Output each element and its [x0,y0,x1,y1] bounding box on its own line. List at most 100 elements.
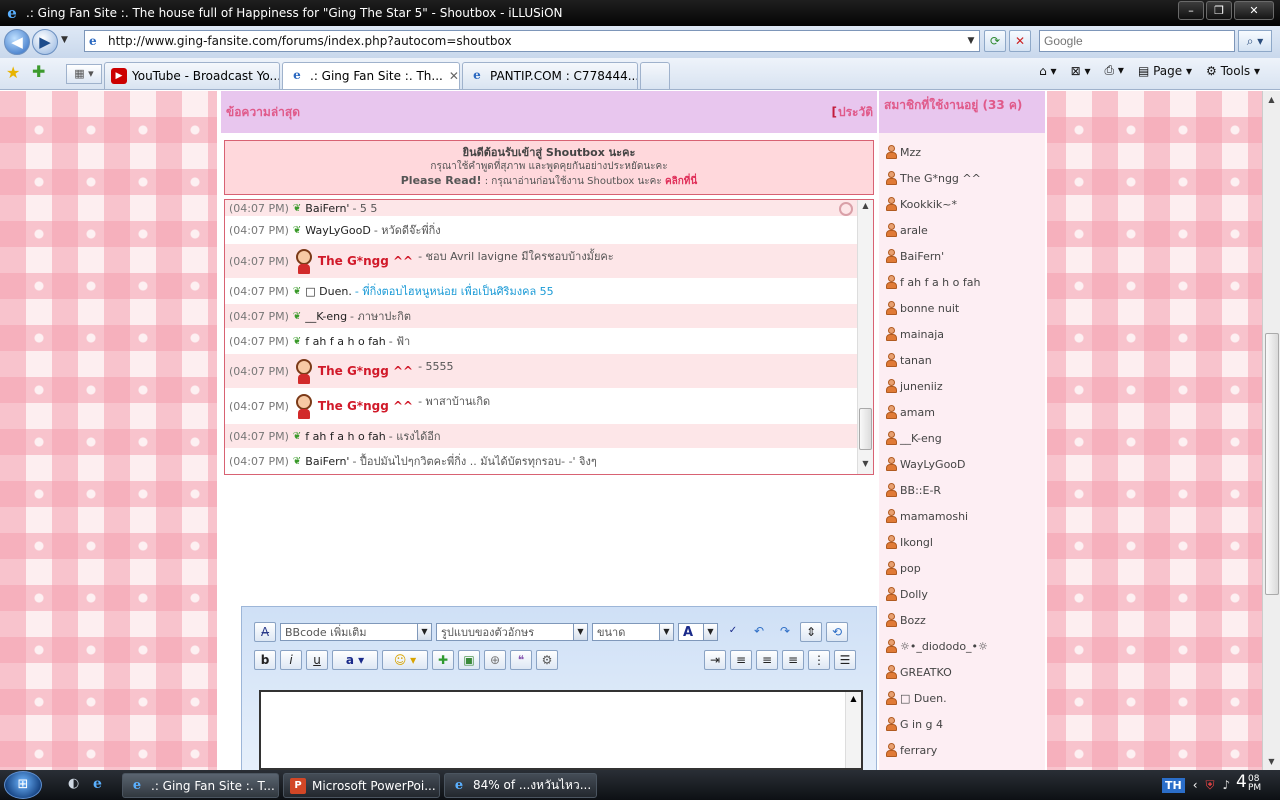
online-user-name[interactable]: Dolly [900,588,928,601]
taskbar-button-ging-fan-site[interactable]: e .: Ging Fan Site :. T... [122,773,279,798]
online-user-name[interactable]: juneniiz [900,380,943,393]
online-user-name[interactable]: The G*ngg ^^ [900,172,981,185]
stop-button[interactable]: ✕ [1009,30,1031,52]
taskbar-button-download[interactable]: e 84% of ...งหวันไหว... [444,773,597,798]
underline-icon[interactable]: u [306,650,328,670]
message-user[interactable]: BaiFern' [305,202,349,215]
print-icon[interactable]: ⎙ ▾ [1105,63,1124,78]
tray-expand-icon[interactable]: ‹ [1193,778,1198,792]
shout-textarea[interactable]: ▲ [259,690,863,770]
emoticon-icon[interactable]: ☺ ▾ [382,650,428,670]
bullet-list-icon[interactable]: ☰ [834,650,856,670]
online-user[interactable]: ferrary [885,737,988,763]
taskbar-clock[interactable]: 4 08 PM [1236,772,1261,793]
online-user-name[interactable]: BB::E-R [900,484,941,497]
click-here-link[interactable]: คลิกที่นี่ [665,176,697,187]
italic-icon[interactable]: i [280,650,302,670]
online-user-name[interactable]: f ah f a h o fah [900,276,980,289]
online-user-name[interactable]: amam [900,406,935,419]
online-user[interactable]: tanan [885,347,988,373]
message-user[interactable]: __K-eng [305,310,347,323]
url-text[interactable]: http://www.ging-fansite.com/forums/index… [108,34,963,48]
online-user-name[interactable]: __K-eng [900,432,942,445]
online-user-name[interactable]: ☼•_diododo_•☼ [900,640,988,653]
quicklaunch-show-desktop-icon[interactable]: ◐ [68,776,79,791]
online-user[interactable]: pop [885,555,988,581]
online-user[interactable]: Mzz [885,139,988,165]
message-user[interactable]: BaiFern' [305,455,349,468]
page-menu[interactable]: ▤ Page ▾ [1138,64,1192,78]
online-user-name[interactable]: pop [900,562,921,575]
favorites-star-icon[interactable]: ★ [6,63,20,82]
scroll-thumb[interactable] [859,408,872,450]
message-user[interactable]: The G*ngg ^^ [318,364,413,378]
quicklaunch-ie-icon[interactable]: e [93,776,102,792]
search-button[interactable]: ⌕ ▾ [1238,30,1272,52]
tab-youtube[interactable]: ▶ YouTube - Broadcast Yo... [104,62,280,89]
insert-quote-icon[interactable]: ❝ [510,650,532,670]
volume-icon[interactable]: ♪ [1223,778,1231,792]
tab-pantip[interactable]: e PANTIP.COM : C778444... [462,62,638,89]
add-favorite-icon[interactable]: ✚ [32,62,45,81]
taskbar-button-powerpoint[interactable]: P Microsoft PowerPoi... [283,773,440,798]
online-user[interactable]: arale [885,217,988,243]
online-user[interactable]: GREATKO [885,659,988,685]
message-user[interactable]: f ah f a h o fah [305,430,385,443]
redo-icon[interactable]: ↷ [774,622,796,642]
tools-menu[interactable]: ⚙ Tools ▾ [1206,64,1260,78]
online-user-name[interactable]: BaiFern' [900,250,944,263]
address-dropdown-icon[interactable]: ▼ [963,36,979,46]
online-user-name[interactable]: Ikongl [900,536,933,549]
tab-close-icon[interactable]: ✕ [443,69,459,83]
insert-code-icon[interactable]: ⚙ [536,650,558,670]
insert-link-icon[interactable]: ✚ [432,650,454,670]
online-user-name[interactable]: GREATKO [900,666,952,679]
online-user[interactable]: WayLyGooD [885,451,988,477]
font-select[interactable]: รูปแบบของตัวอักษร ▼ [436,623,588,641]
online-user[interactable]: bonne nuit [885,295,988,321]
online-user-name[interactable]: Kookkik~* [900,198,957,211]
language-indicator[interactable]: TH [1162,777,1185,793]
online-user[interactable]: amam [885,399,988,425]
insert-image-icon[interactable]: ▣ [458,650,480,670]
online-user-name[interactable]: Bozz [900,614,926,627]
bbcode-select[interactable]: BBcode เพิ่มเติม ▼ [280,623,432,641]
recent-pages-dropdown-icon[interactable]: ▼ [61,35,68,45]
numbered-list-icon[interactable]: ⋮ [808,650,830,670]
scroll-thumb[interactable] [1265,333,1279,595]
back-button[interactable]: ◀ [4,29,30,55]
quick-tabs-button[interactable]: ▦ ▾ [66,64,102,84]
start-button[interactable]: ⊞ [4,771,42,799]
shoutbox-scrollbar[interactable]: ▲ ▼ [857,200,873,474]
online-user-name[interactable]: arale [900,224,928,237]
online-user[interactable]: Dolly [885,581,988,607]
align-right-icon[interactable]: ≡ [782,650,804,670]
online-user[interactable]: G in g 4 [885,711,988,737]
online-user-name[interactable]: ferrary [900,744,937,757]
online-user[interactable]: f ah f a h o fah [885,269,988,295]
online-user-name[interactable]: WayLyGooD [900,458,966,471]
resize-icon[interactable]: ⇕ [800,622,822,642]
align-center-icon[interactable]: ≡ [756,650,778,670]
text-effects-icon[interactable]: a ▾ [332,650,378,670]
online-user-name[interactable]: □ Duen. [900,692,947,705]
online-user[interactable]: juneniiz [885,373,988,399]
message-user[interactable]: f ah f a h o fah [305,335,385,348]
new-tab-button[interactable] [640,62,670,89]
minimize-button[interactable]: – [1178,1,1204,20]
align-left-icon[interactable]: ≡ [730,650,752,670]
online-user[interactable]: mamamoshi [885,503,988,529]
message-user[interactable]: □ Duen. [305,285,352,298]
online-user[interactable]: mainaja [885,321,988,347]
close-button[interactable]: ✕ [1234,1,1274,20]
bold-icon[interactable]: b [254,650,276,670]
spellcheck-icon[interactable]: ✓ [722,622,744,642]
feeds-icon[interactable]: ⊠ ▾ [1071,64,1091,78]
remove-format-icon[interactable]: A̶ [254,622,276,642]
switch-mode-icon[interactable]: ⟲ [826,622,848,642]
search-input[interactable] [1040,31,1234,51]
online-user-name[interactable]: mamamoshi [900,510,968,523]
size-select[interactable]: ขนาด ▼ [592,623,674,641]
online-user[interactable]: The G*ngg ^^ [885,165,988,191]
online-user-name[interactable]: tanan [900,354,932,367]
